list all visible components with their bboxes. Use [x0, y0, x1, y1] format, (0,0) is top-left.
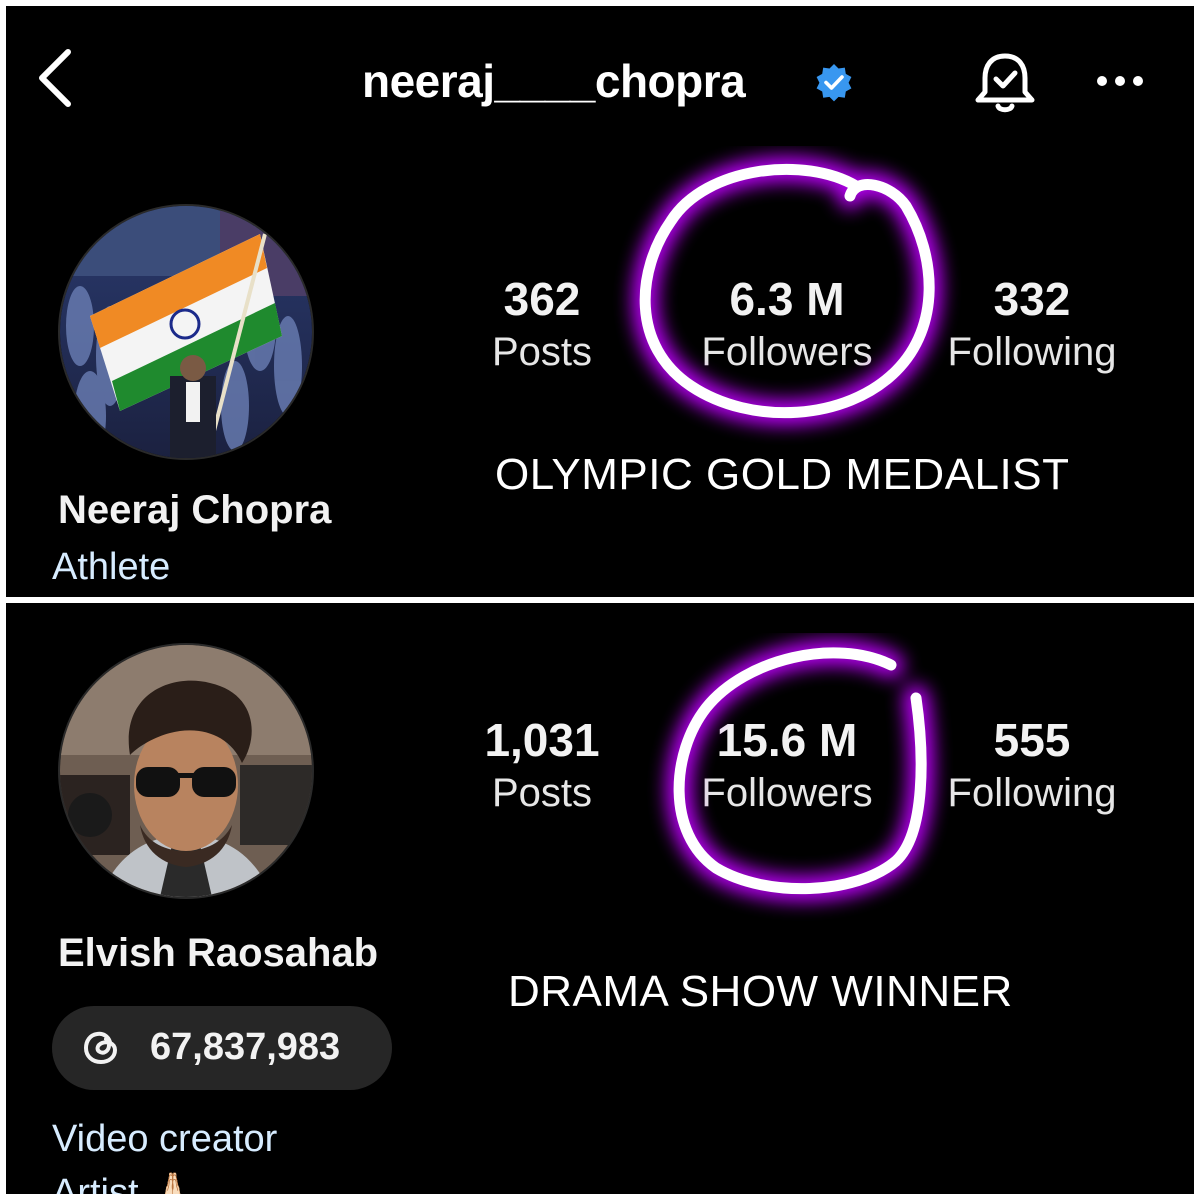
- profile-category: Video creator: [52, 1118, 278, 1160]
- followers-label: Followers: [701, 330, 873, 374]
- profile-avatar-flag-bearer[interactable]: [58, 204, 314, 460]
- posts-label: Posts: [491, 771, 593, 815]
- caption-overlay-text: DRAMA SHOW WINNER: [508, 967, 1013, 1016]
- followers-count: 15.6 M: [716, 714, 858, 766]
- posts-count: 1,031: [484, 714, 600, 766]
- avatar-image-portrait: [60, 645, 312, 897]
- stat-followers[interactable]: 15.6 M Followers: [692, 713, 882, 819]
- posts-count: 362: [503, 273, 581, 325]
- threads-logo-icon: [83, 1031, 118, 1065]
- followers-label: Followers: [701, 771, 873, 815]
- profile-category-secondary: Artist 🙏🏻: [52, 1172, 197, 1194]
- stat-posts[interactable]: 1,031 Posts: [447, 713, 637, 819]
- caption-overlay-text: OLYMPIC GOLD MEDALIST: [495, 450, 1070, 499]
- bell-check-icon[interactable]: [970, 50, 1040, 116]
- threads-badge[interactable]: 67,837,983: [52, 1006, 392, 1090]
- more-options-icon[interactable]: [1094, 70, 1146, 92]
- stat-following[interactable]: 332 Following: [937, 272, 1127, 378]
- following-label: Following: [947, 330, 1117, 374]
- stat-followers[interactable]: 6.3 M Followers: [692, 272, 882, 378]
- profile-display-name: Elvish Raosahab: [58, 931, 379, 975]
- following-count: 555: [993, 714, 1071, 766]
- stat-posts[interactable]: 362 Posts: [447, 272, 637, 378]
- avatar-image-flag: [60, 206, 312, 458]
- posts-label: Posts: [491, 330, 593, 374]
- followers-count: 6.3 M: [729, 273, 845, 325]
- profile-username: neeraj____chopra: [362, 55, 746, 107]
- profile-panel-top: neeraj____chopra 362 Posts 6.3 M Followe…: [6, 6, 1194, 597]
- profile-display-name: Neeraj Chopra: [58, 488, 332, 532]
- threads-follower-count: 67,837,983: [150, 1026, 341, 1068]
- verified-badge-icon: [816, 64, 852, 102]
- following-label: Following: [947, 771, 1117, 815]
- following-count: 332: [993, 273, 1071, 325]
- profile-panel-bottom: 1,031 Posts 15.6 M Followers 555 Followi…: [6, 603, 1194, 1194]
- back-arrow-icon[interactable]: [34, 46, 78, 110]
- stat-following[interactable]: 555 Following: [937, 713, 1127, 819]
- profile-category: Athlete: [52, 546, 171, 588]
- profile-avatar-sunglasses[interactable]: [58, 643, 314, 899]
